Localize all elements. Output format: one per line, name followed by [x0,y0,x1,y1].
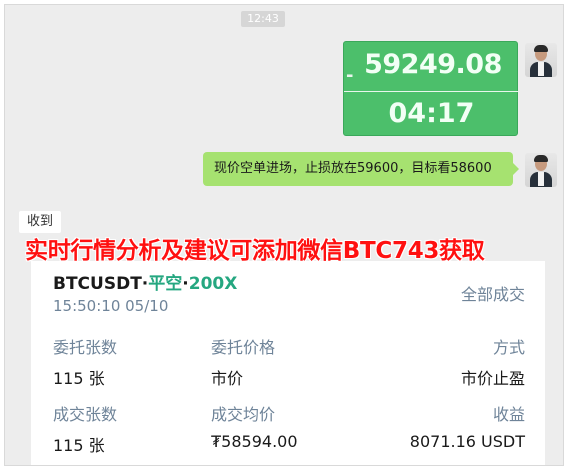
order-quantity-label: 委托张数 [53,338,118,357]
profit-value: 8071.16 USDT [409,432,525,451]
price-dash: - [346,65,354,86]
text-message-content: 现价空单进场，止损放在59600，目标看58600 [214,161,492,176]
order-status: 全部成交 [460,285,525,304]
order-price-value: 市价 [211,369,244,388]
average-price-label: 成交均价 [211,405,276,424]
order-symbol: BTCUSDT [53,274,142,294]
sender-avatar[interactable] [525,153,557,187]
order-leverage: 200X [188,274,238,294]
promo-banner: 实时行情分析及建议可添加微信BTC743获取 [25,238,485,264]
order-type-value: 市价止盈 [460,369,525,388]
price-time: 04:17 [388,98,475,129]
price-divider [344,91,519,92]
order-type-label: 方式 [492,338,525,357]
order-title: BTCUSDT·平空·200X [53,269,237,294]
order-quantity-value: 115 张 [53,369,105,388]
chat-window: 12:43 - 59249.08 04:17 现价空单进场，止损放在59600，… [4,4,564,466]
text-message[interactable]: 现价空单进场，止损放在59600，目标看58600 [203,152,519,186]
order-card[interactable]: BTCUSDT·平空·200X 15:50:10 05/10 全部成交 委托张数… [31,261,545,465]
sender-avatar[interactable] [525,43,557,77]
filled-quantity-label: 成交张数 [53,405,118,424]
chat-timestamp: 12:43 [241,11,285,27]
order-side: 平空 [148,274,183,294]
order-price-label: 委托价格 [211,338,276,357]
filled-quantity-value: 115 张 [53,436,105,455]
received-label: 收到 [19,211,61,233]
average-price-value: ₮58594.00 [211,432,298,451]
profit-label: 收益 [492,405,525,424]
price-value: 59249.08 [364,49,502,80]
price-image-message[interactable]: - 59249.08 04:17 [343,41,519,136]
order-datetime: 15:50:10 05/10 [53,297,169,315]
